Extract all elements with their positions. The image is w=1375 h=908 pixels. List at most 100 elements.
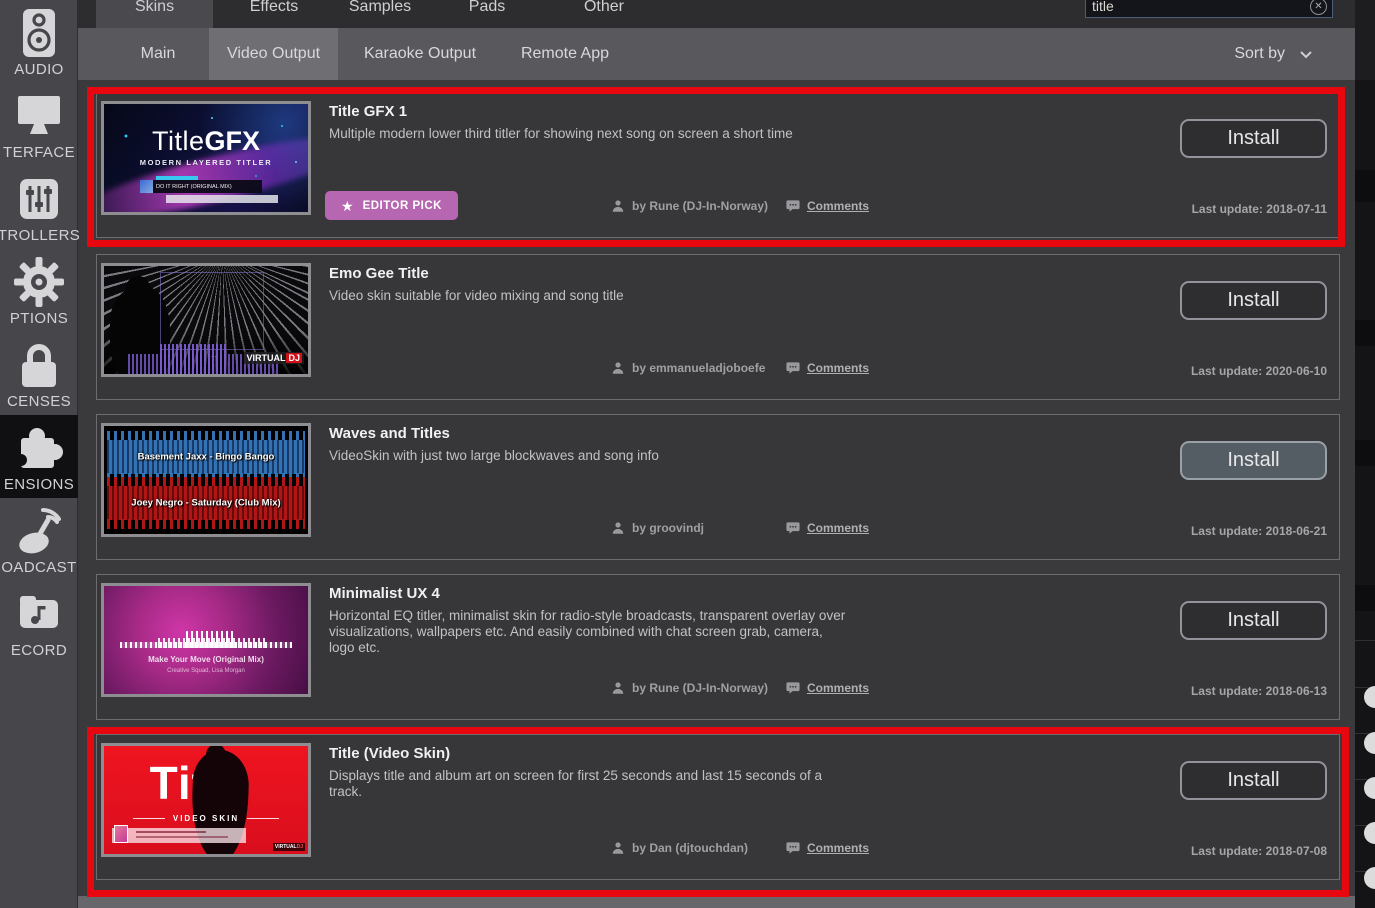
clear-search-icon[interactable]: ✕ — [1310, 0, 1327, 15]
comment-bubble-icon — [786, 361, 800, 375]
category-tab-bar: Skins Effects Samples Pads Other ✕ — [78, 0, 1355, 28]
gear-icon — [11, 256, 67, 308]
thumbnail-waves-and-titles: Basement Jaxx - Bingo Bango Joey Negro -… — [101, 423, 311, 537]
background-window-sliver — [1355, 0, 1375, 908]
thumbnail-title-gfx-1: TitleGFX MODERN LAYERED TITLER DO IT RIG… — [101, 101, 311, 215]
item-description: Video skin suitable for video mixing and… — [329, 288, 851, 304]
comments-link[interactable]: Comments — [786, 521, 869, 535]
monitor-icon — [11, 90, 67, 142]
tab-remote-app[interactable]: Remote App — [502, 28, 628, 80]
tab-samples[interactable]: Samples — [330, 0, 430, 28]
broadcast-icon — [11, 505, 67, 557]
tab-karaoke-output[interactable]: Karaoke Output — [352, 28, 488, 80]
tab-main[interactable]: Main — [118, 28, 198, 80]
last-update: Last update: 2020-06-10 — [1191, 364, 1327, 378]
partial-album-art — [1364, 732, 1375, 754]
sort-by-label: Sort by — [1234, 45, 1285, 63]
item-title: Minimalist UX 4 — [329, 585, 440, 602]
settings-sidebar: AUDIO TERFACE TROLLERS — [0, 0, 78, 908]
item-author: by Dan (djtouchdan) — [611, 841, 748, 855]
user-icon — [611, 521, 625, 535]
sort-by-dropdown[interactable]: Sort by — [1234, 28, 1313, 80]
tab-effects[interactable]: Effects — [226, 0, 322, 28]
item-author: by Rune (DJ-In-Norway) — [611, 681, 768, 695]
item-title: Waves and Titles — [329, 425, 450, 442]
user-icon — [611, 841, 625, 855]
last-update: Last update: 2018-07-08 — [1191, 844, 1327, 858]
partial-album-art — [1364, 777, 1375, 799]
user-icon — [611, 681, 625, 695]
list-item-title-gfx-1: TitleGFX MODERN LAYERED TITLER DO IT RIG… — [96, 92, 1340, 238]
comment-bubble-icon — [786, 681, 800, 695]
comments-link[interactable]: Comments — [786, 681, 869, 695]
item-author: by emmanueladjoboefe — [611, 361, 765, 375]
tab-pads[interactable]: Pads — [448, 0, 526, 28]
item-title: Emo Gee Title — [329, 265, 429, 282]
thumbnail-emo-gee-title: · ◦ · VIRTUALDJ — [101, 263, 311, 377]
list-item-title-video-skin: Title VIDEO SKIN VIRTUALDJ Title (Video … — [96, 734, 1340, 880]
last-update: Last update: 2018-06-21 — [1191, 524, 1327, 538]
list-item-minimalist-ux-4: Make Your Move (Original Mix) Creative S… — [96, 574, 1340, 720]
thumbnail-minimalist-ux-4: Make Your Move (Original Mix) Creative S… — [101, 583, 311, 697]
padlock-icon — [11, 339, 67, 391]
comments-link[interactable]: Comments — [786, 199, 869, 213]
sidebar-item-label: OADCAST — [1, 559, 76, 576]
tab-skins[interactable]: Skins — [96, 0, 213, 28]
item-title: Title GFX 1 — [329, 103, 407, 120]
sidebar-item-interface[interactable]: TERFACE — [0, 83, 78, 166]
search-input[interactable] — [1092, 0, 1292, 15]
last-update: Last update: 2018-06-13 — [1191, 684, 1327, 698]
speaker-icon — [11, 7, 67, 59]
tab-video-output[interactable]: Video Output — [209, 28, 338, 80]
sidebar-item-extensions[interactable]: ENSIONS — [0, 415, 78, 498]
partial-album-art — [1364, 822, 1375, 844]
extension-list: TitleGFX MODERN LAYERED TITLER DO IT RIG… — [78, 80, 1355, 908]
record-icon — [11, 588, 67, 640]
install-button[interactable]: Install — [1180, 601, 1327, 640]
sidebar-item-label: ECORD — [11, 642, 67, 659]
tab-other[interactable]: Other — [556, 0, 652, 28]
sidebar-item-record[interactable]: ECORD — [0, 581, 78, 664]
partial-album-art — [1364, 686, 1375, 708]
install-button[interactable]: Install — [1180, 119, 1327, 158]
thumbnail-title-video-skin: Title VIDEO SKIN VIRTUALDJ — [101, 743, 311, 857]
sidebar-item-label: AUDIO — [14, 61, 64, 78]
item-author: by groovindj — [611, 521, 704, 535]
install-button[interactable]: Install — [1180, 441, 1327, 480]
comments-link[interactable]: Comments — [786, 841, 869, 855]
comment-bubble-icon — [786, 199, 800, 213]
puzzle-icon — [11, 422, 67, 474]
item-description: Multiple modern lower third titler for s… — [329, 126, 851, 142]
sidebar-item-label: PTIONS — [10, 310, 68, 327]
sidebar-item-licenses[interactable]: CENSES — [0, 332, 78, 415]
sidebar-item-broadcast[interactable]: OADCAST — [0, 498, 78, 581]
next-item-partial — [78, 896, 1358, 908]
skin-filter-bar: Main Video Output Karaoke Output Remote … — [78, 28, 1355, 80]
install-button[interactable]: Install — [1180, 281, 1327, 320]
sidebar-item-options[interactable]: PTIONS — [0, 249, 78, 332]
last-update: Last update: 2018-07-11 — [1192, 202, 1327, 216]
item-title: Title (Video Skin) — [329, 745, 450, 762]
mixer-icon — [11, 173, 67, 225]
sidebar-item-controllers[interactable]: TROLLERS — [0, 166, 78, 249]
sidebar-item-label: TROLLERS — [0, 227, 80, 244]
sidebar-item-label: ENSIONS — [4, 476, 74, 493]
item-author: by Rune (DJ-In-Norway) — [611, 199, 768, 213]
user-icon — [611, 361, 625, 375]
extensions-window: AUDIO TERFACE TROLLERS — [0, 0, 1375, 908]
user-icon — [611, 199, 625, 213]
search-box: ✕ — [1085, 0, 1333, 18]
comments-link[interactable]: Comments — [786, 361, 869, 375]
item-description: Horizontal EQ titler, minimalist skin fo… — [329, 608, 851, 656]
item-description: Displays title and album art on screen f… — [329, 768, 851, 800]
chevron-down-icon — [1299, 50, 1313, 59]
sidebar-item-label: TERFACE — [3, 144, 75, 161]
sidebar-item-audio[interactable]: AUDIO — [0, 0, 78, 83]
item-description: VideoSkin with just two large blockwaves… — [329, 448, 851, 464]
install-button[interactable]: Install — [1180, 761, 1327, 800]
comment-bubble-icon — [786, 521, 800, 535]
comment-bubble-icon — [786, 841, 800, 855]
list-item-emo-gee-title: · ◦ · VIRTUALDJ Emo Gee Title Video skin… — [96, 254, 1340, 400]
list-item-waves-and-titles: Basement Jaxx - Bingo Bango Joey Negro -… — [96, 414, 1340, 560]
partial-album-art — [1364, 867, 1375, 889]
